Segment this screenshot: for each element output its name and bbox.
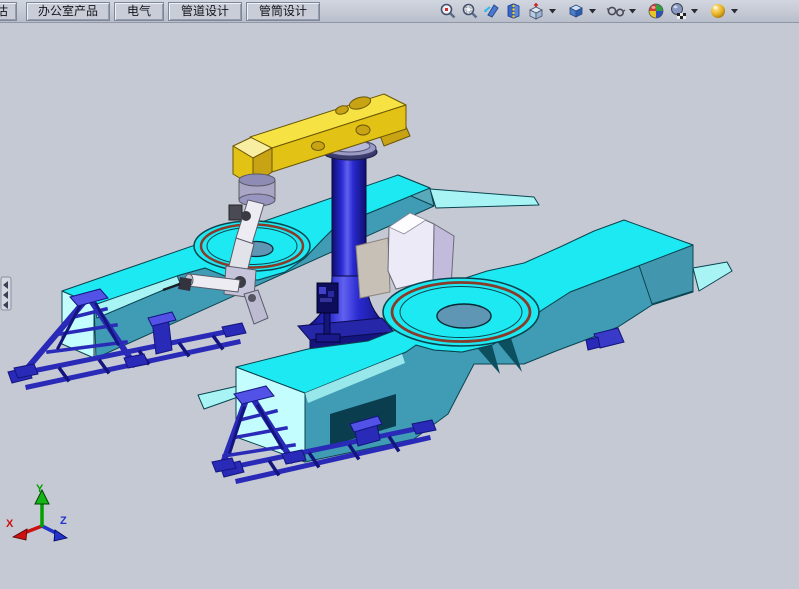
apply-scene-dropdown[interactable] [690, 1, 698, 21]
panel-flyout-button[interactable] [1, 277, 11, 310]
tab-electrical[interactable]: 电气 [114, 2, 164, 21]
x-axis-label: X [6, 518, 14, 530]
zoom-to-fit-icon[interactable] [438, 1, 458, 21]
apply-scene-icon[interactable] [668, 1, 688, 21]
hide-show-items-dropdown[interactable] [628, 1, 636, 21]
command-tabs: 估 办公室产品 电气 管道设计 管筒设计 [0, 1, 320, 21]
previous-view-icon[interactable] [482, 1, 502, 21]
tab-piping-design[interactable]: 管道设计 [168, 2, 242, 21]
display-style-icon[interactable] [566, 1, 586, 21]
view-heads-up-toolbar [438, 0, 738, 22]
tab-tubing-design[interactable]: 管筒设计 [246, 2, 320, 21]
section-view-icon[interactable] [504, 1, 524, 21]
beige-block[interactable] [356, 238, 390, 298]
view-orientation-dropdown[interactable] [548, 1, 556, 21]
hide-show-items-icon[interactable] [606, 1, 626, 21]
graphics-viewport[interactable]: Y X Z [0, 0, 799, 589]
command-manager-bar: 估 办公室产品 电气 管道设计 管筒设计 [0, 0, 799, 23]
view-settings-dropdown[interactable] [730, 1, 738, 21]
display-style-dropdown[interactable] [588, 1, 596, 21]
zoom-to-area-icon[interactable] [460, 1, 480, 21]
view-settings-icon[interactable] [708, 1, 728, 21]
tab-office-products[interactable]: 办公室产品 [26, 2, 110, 21]
cad-window: Y X Z 估 办公室产品 电气 管道设计 管筒设计 [0, 0, 799, 589]
z-axis-label: Z [60, 515, 67, 527]
arm-hole [356, 125, 370, 135]
flange-center-hole [437, 304, 491, 328]
y-axis-label: Y [36, 483, 44, 495]
view-orientation-icon[interactable] [526, 1, 546, 21]
arm-hole [312, 142, 325, 151]
flange-ring-right[interactable] [383, 278, 539, 346]
edit-appearance-icon[interactable] [646, 1, 666, 21]
tab-partial[interactable]: 估 [0, 2, 17, 21]
